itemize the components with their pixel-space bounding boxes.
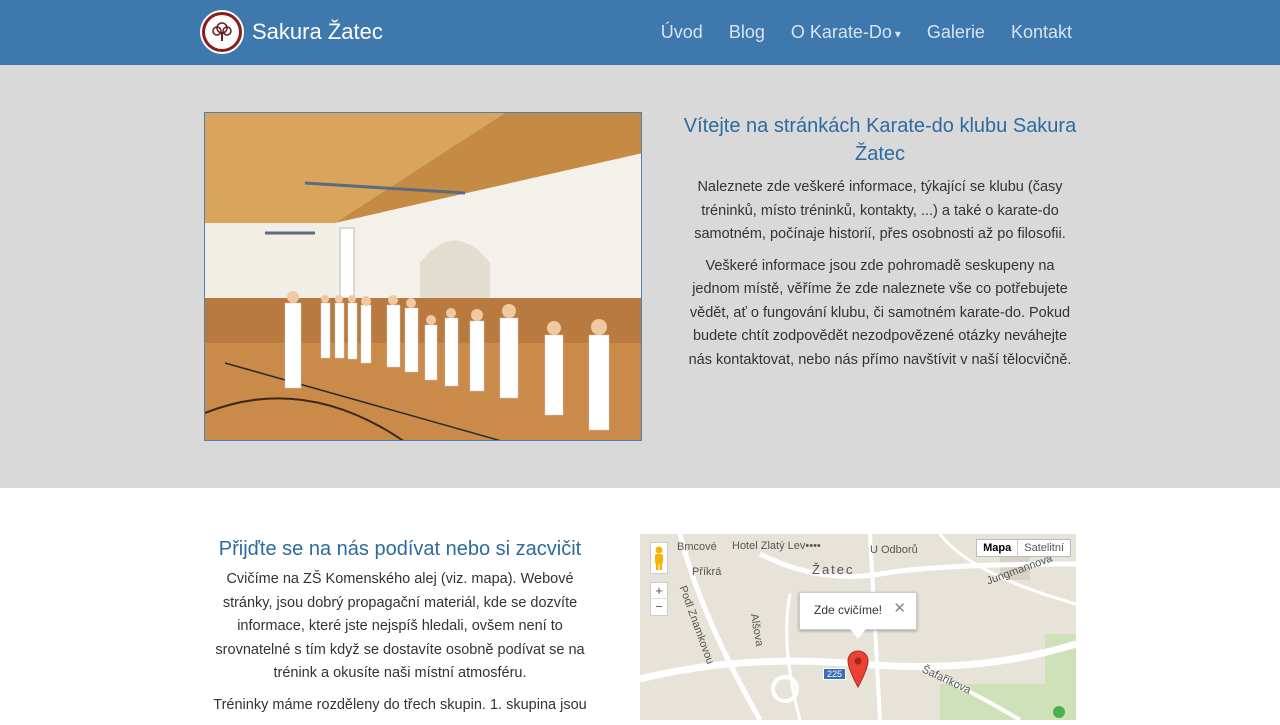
visit-heading: Přijďte se na nás podívat nebo si zacvič… (218, 538, 582, 560)
map-label-city: Žatec (812, 562, 855, 577)
club-logo[interactable] (200, 10, 244, 54)
street-view-pegman-icon[interactable] (650, 542, 668, 574)
dropdown-caret-icon: ▾ (894, 27, 901, 41)
hero-paragraph: Veškeré informace jsou zde pohromadě ses… (688, 257, 1072, 368)
map-label-street: Bmcové (677, 541, 717, 553)
nav-item-uvod[interactable]: Úvod (661, 22, 703, 43)
sakura-tree-icon (212, 22, 232, 41)
infowindow-tail (850, 629, 866, 639)
map-label-hotel: Hotel Zlatý Lev•••• (732, 540, 821, 552)
hero-paragraph: Naleznete zde veškeré informace, týkajíc… (694, 179, 1066, 242)
nav-item-o-karate-do[interactable]: O Karate-Do ▾ (791, 22, 901, 43)
map-infowindow: Zde cvičíme! ✕ (799, 592, 917, 639)
brand[interactable]: Sakura Žatec (200, 9, 383, 55)
map-type-control: Mapa Satelitní (976, 539, 1071, 557)
location-map[interactable]: Hotel Zlatý Lev•••• Bmcové Žatec Příkrá … (640, 534, 1076, 720)
nav-item-galerie[interactable]: Galerie (927, 22, 985, 43)
visit-paragraph: Tréninky máme rozděleny do třech skupin.… (213, 696, 587, 713)
visit-text: Přijďte se na nás podívat nebo si zacvič… (200, 534, 600, 725)
welcome-heading: Vítejte na stránkách Karate-do klubu Sak… (683, 115, 1077, 165)
zoom-control: + − (650, 582, 668, 616)
brand-name[interactable]: Sakura Žatec (252, 19, 383, 45)
map-type-satellite-button[interactable]: Satelitní (1018, 540, 1070, 556)
main-nav: Úvod Blog O Karate-Do ▾ Galerie Kontakt (635, 0, 1072, 65)
karate-class-photo-illustration (205, 113, 641, 440)
top-navbar: Sakura Žatec Úvod Blog O Karate-Do ▾ Gale… (0, 0, 1280, 65)
hero-text: Vítejte na stránkách Karate-do klubu Sak… (680, 112, 1080, 380)
hero-section: Vítejte na stránkách Karate-do klubu Sak… (0, 65, 1280, 488)
map-label-street: Příkrá (692, 566, 722, 578)
dojo-group-photo (204, 112, 642, 441)
map-marker-icon[interactable] (847, 650, 869, 693)
nav-item-kontakt[interactable]: Kontakt (1011, 22, 1072, 43)
infowindow-text: Zde cvičíme! (814, 603, 883, 617)
map-label-street: U Odborů (870, 544, 918, 556)
park-icon (1053, 706, 1065, 718)
nav-item-blog[interactable]: Blog (729, 22, 765, 43)
visit-paragraph: Cvičíme na ZŠ Komenského alej (viz. mapa… (215, 571, 585, 681)
map-type-mapa-button[interactable]: Mapa (977, 540, 1019, 556)
nav-item-label: O Karate-Do (790, 22, 892, 42)
close-icon[interactable]: ✕ (893, 599, 906, 617)
zoom-in-button[interactable]: + (651, 583, 667, 599)
road-number-badge: 225 (823, 668, 847, 680)
zoom-out-button[interactable]: − (651, 599, 667, 615)
